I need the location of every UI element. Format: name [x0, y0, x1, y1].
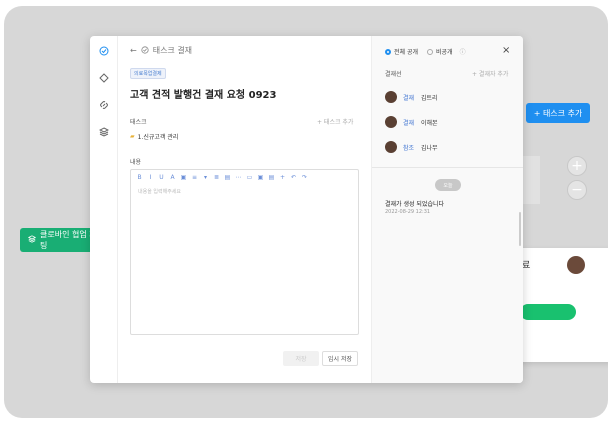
content-label: 내용 [130, 159, 142, 166]
background-card: 료 [512, 248, 608, 362]
redo-button[interactable]: ↷ [300, 174, 309, 181]
today-badge: 오늘 [435, 179, 461, 191]
public-radio[interactable] [385, 48, 391, 55]
avatar [567, 256, 585, 274]
layers-icon [27, 235, 37, 245]
editor-toolbar: B I U A ▣ ≡ ▾ ≣ ▤ ⋯ ▭ ▣ ▤ + ↶ ↷ [131, 170, 358, 184]
approval-line-label: 결재선 [385, 71, 402, 78]
activity-timestamp: 2022-08-29 12:31 [385, 209, 431, 215]
image-button[interactable]: ▣ [256, 174, 265, 181]
add-task-label: + 태스크 추가 [533, 108, 583, 118]
content-editor[interactable]: B I U A ▣ ≡ ▾ ≣ ▤ ⋯ ▭ ▣ ▤ + ↶ ↷ 내용을 입력해주… [130, 169, 359, 335]
divider [372, 167, 523, 168]
check-circle-icon[interactable] [98, 45, 109, 56]
italic-button[interactable]: I [146, 174, 155, 181]
side-rail [90, 36, 118, 383]
temp-save-button[interactable]: 임시 저장 [322, 351, 358, 366]
table-button[interactable]: ▤ [223, 174, 232, 181]
zoom-out-button[interactable]: − [567, 180, 587, 200]
plus-icon: + [571, 158, 583, 174]
save-button[interactable]: 저장 [283, 351, 319, 366]
private-radio[interactable] [427, 48, 433, 55]
private-label: 비공개 [436, 49, 453, 56]
more-button[interactable]: ⋯ [234, 174, 243, 181]
layers-icon[interactable] [98, 126, 109, 137]
check-circle-icon [141, 45, 149, 56]
card-action-button[interactable] [520, 304, 576, 320]
minus-icon: − [571, 182, 583, 198]
bold-button[interactable]: B [135, 174, 144, 181]
approver-name: 김나무 [421, 144, 438, 152]
activity-message: 결재가 생성 되었습니다 [385, 201, 445, 208]
page-title: 고객 견적 발행건 결재 요청 0923 [130, 90, 277, 101]
task-item[interactable]: ▰ 1.신규고객 관리 [130, 132, 178, 141]
approver-role: 결재 [403, 94, 415, 102]
back-arrow-icon[interactable]: ← [130, 46, 137, 55]
folder-icon: ▰ [130, 133, 135, 140]
task-item-label: 1.신규고객 관리 [137, 134, 179, 141]
avatar [385, 116, 397, 128]
header-title: 태스크 결재 [152, 46, 193, 55]
add-approver-link[interactable]: + 결재자 추가 [472, 69, 508, 78]
highlight-button[interactable]: ▣ [179, 174, 188, 181]
back-navigation[interactable]: ← 태스크 결재 [130, 45, 192, 56]
task-label: 태스크 [130, 119, 147, 126]
collab-chat-banner[interactable]: 클로바인 협업 채팅 [20, 228, 100, 252]
link-icon[interactable] [98, 99, 109, 110]
diamond-icon[interactable] [98, 72, 109, 83]
category-tag: 의료목업결제 [130, 68, 166, 79]
approver-row[interactable]: 참조 김나무 [385, 141, 438, 153]
format-dropdown-button[interactable]: ▾ [201, 174, 210, 181]
add-task-button[interactable]: + 태스크 추가 [526, 103, 590, 123]
avatar [385, 141, 397, 153]
task-approval-modal: ← 태스크 결재 의료목업결제 고객 견적 발행건 결재 요청 0923 태스크… [90, 36, 523, 383]
public-label: 전체 공개 [394, 49, 418, 56]
approver-role: 참조 [403, 144, 415, 152]
undo-button[interactable]: ↶ [289, 174, 298, 181]
avatar [385, 91, 397, 103]
zoom-in-button[interactable]: + [567, 156, 587, 176]
visibility-options: 전체 공개 비공개 ⓘ [385, 47, 466, 56]
approver-name: 김트리 [421, 94, 438, 102]
activity-scrollbar[interactable] [519, 212, 521, 246]
info-icon[interactable]: ⓘ [460, 47, 466, 56]
task-form: ← 태스크 결재 의료목업결제 고객 견적 발행건 결재 요청 0923 태스크… [117, 36, 371, 383]
grid-button[interactable]: ▤ [267, 174, 276, 181]
content-placeholder: 내용을 입력해주세요 [138, 189, 181, 195]
add-task-link[interactable]: + 태스크 추가 [317, 117, 353, 126]
approver-row[interactable]: 결재 김트리 [385, 91, 438, 103]
underline-button[interactable]: U [157, 174, 166, 181]
approver-role: 결재 [403, 119, 415, 127]
close-icon[interactable]: × [502, 45, 510, 56]
box-button[interactable]: ▭ [245, 174, 254, 181]
font-color-button[interactable]: A [168, 174, 177, 181]
approver-name: 이해본 [421, 119, 438, 127]
card-text: 료 [522, 261, 531, 271]
align-button[interactable]: ≡ [190, 174, 199, 181]
insert-button[interactable]: + [278, 174, 287, 181]
list-button[interactable]: ≣ [212, 174, 221, 181]
approval-panel: 전체 공개 비공개 ⓘ × 결재선 + 결재자 추가 결재 김트리 결재 이해본… [371, 36, 523, 383]
approver-row[interactable]: 결재 이해본 [385, 116, 438, 128]
